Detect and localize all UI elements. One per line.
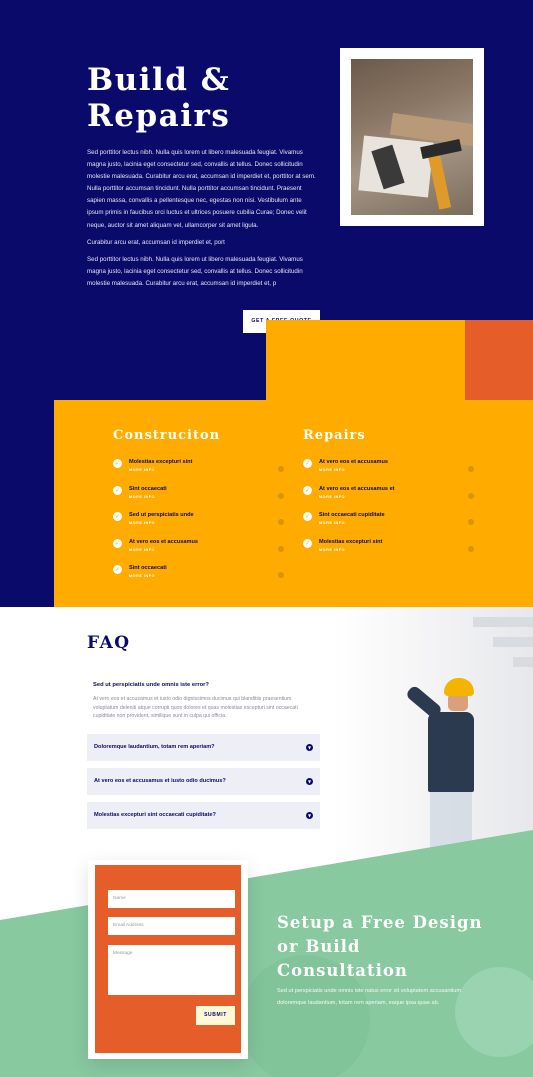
check-icon: ✓ (303, 512, 312, 521)
dot-icon (468, 466, 474, 472)
service-item[interactable]: ✓ At vero eos et accusamus MORE INFO (303, 458, 478, 485)
dot-icon (468, 492, 474, 499)
faq-item[interactable]: Molestias excepturi sint occaecati cupid… (87, 802, 320, 829)
faq-open-question[interactable]: Sed ut perspiciatis unde omnis iste erro… (93, 682, 209, 688)
chevron-down-icon: ▼ (306, 744, 313, 751)
construction-column: Construciton ✓ Molestias excepturi sint … (113, 428, 288, 591)
more-info-link[interactable]: MORE INFO (129, 574, 155, 578)
message-field[interactable]: Message (108, 945, 235, 995)
consultation-title: Setup a Free Design or Build Consultatio… (277, 913, 483, 980)
hero-title: Build & Repairs (87, 62, 287, 134)
service-item[interactable]: ✓ Molestias excepturi sint MORE INFO (303, 538, 478, 565)
service-item[interactable]: ✓ Sed ut perspiciatis unde MORE INFO (113, 511, 288, 538)
hero-paragraph-2: Curabitur arcu erat, accumsan id imperdi… (87, 238, 225, 246)
repairs-column: Repairs ✓ At vero eos et accusamus MORE … (303, 428, 478, 564)
faq-open-answer: At vero eos et accusamus et iusto odio d… (93, 696, 298, 719)
check-icon: ✓ (113, 512, 122, 521)
more-info-link[interactable]: MORE INFO (319, 495, 345, 499)
service-name: Sint occaecati (129, 485, 167, 492)
orange-accent-block (465, 320, 533, 402)
service-name: Molestias excepturi sint (319, 538, 383, 545)
email-field[interactable]: Email Address (108, 917, 235, 935)
hero-paragraph-1: Sed porttitor lectus nibh. Nulla quis lo… (87, 149, 316, 229)
faq-question: At vero eos et accusamus et iusto odio d… (94, 778, 226, 784)
dot-icon (278, 466, 284, 472)
dot-icon (278, 545, 284, 552)
faq-question: Doloremque laudantium, totam rem aperiam… (94, 744, 215, 750)
chevron-down-icon: ▼ (306, 778, 313, 785)
repairs-title: Repairs (303, 428, 366, 443)
dot-icon (468, 545, 474, 552)
service-item[interactable]: ✓ Sint occaecati cupiditate MORE INFO (303, 511, 478, 538)
hero-title-line2: Repairs (87, 98, 231, 134)
more-info-link[interactable]: MORE INFO (129, 548, 155, 552)
construction-title: Construciton (113, 428, 221, 443)
service-name: Sint occaecati cupiditate (319, 512, 385, 518)
service-name: At vero eos et accusamus et (319, 485, 395, 492)
dot-icon (278, 572, 284, 578)
check-icon: ✓ (113, 485, 122, 495)
check-icon: ✓ (303, 485, 312, 495)
hero-title-line1: Build & (87, 62, 231, 98)
service-item[interactable]: ✓ At vero eos et accusamus MORE INFO (113, 538, 288, 565)
faq-question: Molestias excepturi sint occaecati cupid… (94, 812, 216, 818)
service-item[interactable]: ✓ Sint occaecati MORE INFO (113, 564, 288, 591)
service-item[interactable]: ✓ Sint occaecati MORE INFO (113, 485, 288, 512)
hero-text: Sed porttitor lectus nibh. Nulla quis lo… (87, 147, 319, 295)
check-icon: ✓ (113, 538, 122, 548)
dot-icon (468, 519, 474, 525)
hero-photo-frame (340, 48, 484, 226)
more-info-link[interactable]: MORE INFO (129, 468, 155, 472)
consultation-text: Sed ut perspiciatis unde omnis iste natu… (277, 988, 462, 1006)
faq-item[interactable]: Doloremque laudantium, totam rem aperiam… (87, 734, 320, 761)
contact-form-card: Name Email Address Message SUBMIT (88, 860, 248, 1059)
faq-title: FAQ (87, 633, 131, 653)
check-icon: ✓ (303, 538, 312, 548)
check-icon: ✓ (113, 565, 122, 574)
more-info-link[interactable]: MORE INFO (319, 521, 345, 525)
submit-button[interactable]: SUBMIT (196, 1006, 235, 1025)
more-info-link[interactable]: MORE INFO (319, 548, 345, 552)
check-icon: ✓ (303, 459, 312, 468)
service-item[interactable]: ✓ At vero eos et accusamus et MORE INFO (303, 485, 478, 512)
service-item[interactable]: ✓ Molestias excepturi sint MORE INFO (113, 458, 288, 485)
service-name: At vero eos et accusamus (129, 538, 199, 545)
name-field[interactable]: Name (108, 890, 235, 908)
more-info-link[interactable]: MORE INFO (129, 521, 155, 525)
check-icon: ✓ (113, 459, 122, 468)
dot-icon (278, 492, 284, 499)
more-info-link[interactable]: MORE INFO (319, 468, 345, 472)
service-name: Sed ut perspiciatis unde (129, 512, 194, 518)
hero-paragraph-3: Sed porttitor lectus nibh. Nulla quis lo… (87, 255, 303, 287)
contact-form: Name Email Address Message SUBMIT (95, 865, 241, 1053)
service-name: Molestias excepturi sint (129, 459, 193, 465)
more-info-link[interactable]: MORE INFO (129, 495, 155, 499)
tools-photo (351, 59, 473, 215)
service-name: At vero eos et accusamus (319, 459, 389, 465)
chevron-down-icon: ▼ (306, 812, 313, 819)
faq-item[interactable]: At vero eos et accusamus et iusto odio d… (87, 768, 320, 795)
dot-icon (278, 519, 284, 525)
service-name: Sint occaecati (129, 565, 167, 571)
